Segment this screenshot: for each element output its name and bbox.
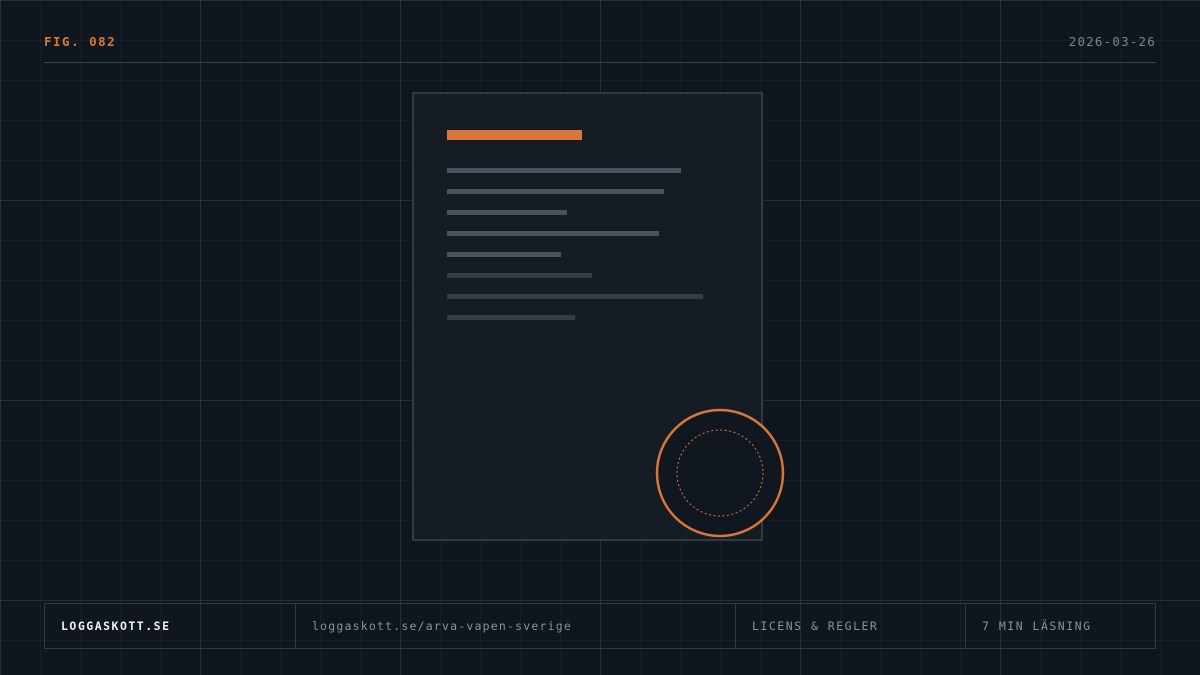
document-text-line bbox=[447, 315, 575, 320]
document-text-line bbox=[447, 231, 659, 236]
footer-bar: LOGGASKOTT.SE loggaskott.se/arva-vapen-s… bbox=[44, 603, 1156, 649]
document-text-line bbox=[447, 189, 664, 194]
document-text-line bbox=[447, 294, 703, 299]
document-text-line bbox=[447, 210, 567, 215]
seal-icon bbox=[655, 408, 785, 538]
seal-outer-ring bbox=[655, 408, 785, 538]
site-name[interactable]: LOGGASKOTT.SE bbox=[45, 604, 296, 648]
topic-label: LICENS & REGLER bbox=[736, 604, 966, 648]
document-illustration bbox=[412, 92, 785, 541]
reading-time: 7 MIN LÄSNING bbox=[982, 619, 1092, 633]
document-text-line bbox=[447, 168, 681, 173]
document-text-line bbox=[447, 273, 592, 278]
document-text-line bbox=[447, 252, 561, 257]
document-title-bar bbox=[447, 130, 582, 140]
article-url[interactable]: loggaskott.se/arva-vapen-sverige bbox=[296, 604, 736, 648]
